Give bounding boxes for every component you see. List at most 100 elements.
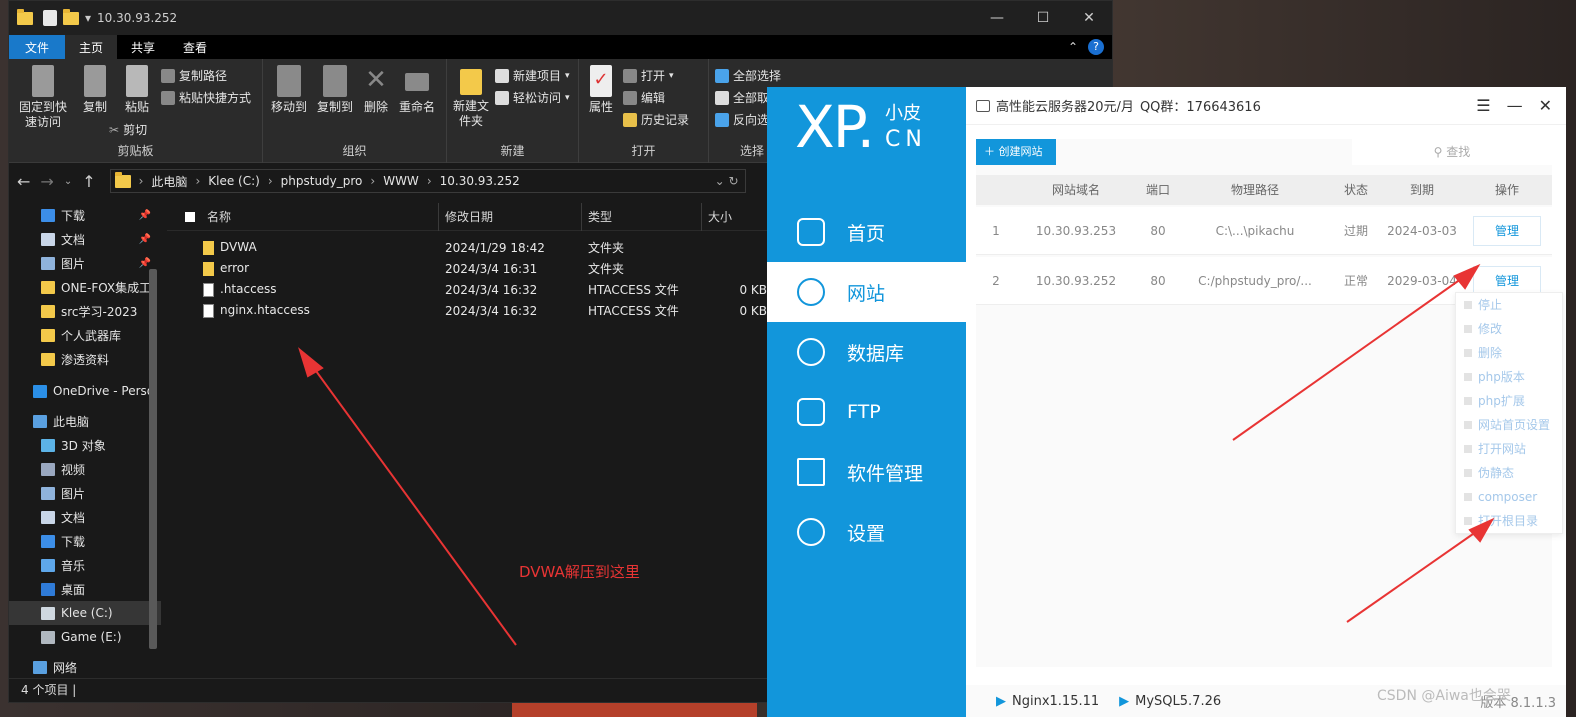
back-arrow-icon[interactable]: ← bbox=[17, 172, 30, 191]
help-icon[interactable]: ? bbox=[1088, 39, 1104, 55]
nginx-status[interactable]: ▶ Nginx1.15.11 bbox=[996, 694, 1099, 709]
new-item-button[interactable]: 新建项目 ▾ bbox=[495, 67, 570, 84]
easy-access-button[interactable]: 轻松访问 ▾ bbox=[495, 89, 570, 106]
maximize-button[interactable]: ☐ bbox=[1020, 10, 1066, 26]
edit-button[interactable]: 编辑 bbox=[623, 89, 689, 106]
recent-locations-icon[interactable]: ⌄ bbox=[64, 176, 72, 187]
minimize-button[interactable]: — bbox=[974, 10, 1020, 26]
sidebar-item[interactable]: 网络 bbox=[9, 655, 161, 677]
breadcrumb-item[interactable]: 10.30.93.252 bbox=[440, 174, 520, 188]
nav-database[interactable]: 数据库 bbox=[767, 322, 966, 382]
xp-sidebar: XP. 小皮 CN 首页 网站 数据库 FTP 软件管理 设置 bbox=[767, 87, 966, 717]
rename-button[interactable]: 重命名 bbox=[397, 65, 437, 115]
create-site-button[interactable]: ＋ 创建网站 bbox=[976, 139, 1056, 165]
sidebar-scrollbar[interactable] bbox=[149, 269, 157, 649]
open-button[interactable]: 打开 ▾ bbox=[623, 67, 689, 84]
sidebar-item[interactable]: 视频 bbox=[9, 457, 161, 481]
select-all-checkbox[interactable] bbox=[185, 212, 195, 222]
menu-item[interactable]: 伪静态 bbox=[1456, 461, 1562, 485]
tab-view[interactable]: 查看 bbox=[169, 35, 221, 59]
properties-button[interactable]: ✓ 属性 bbox=[585, 65, 617, 128]
menu-item[interactable]: composer bbox=[1456, 485, 1562, 509]
pin-icon[interactable]: 📌 bbox=[139, 258, 151, 269]
breadcrumb-item[interactable]: 此电脑 bbox=[151, 173, 187, 190]
sidebar-item[interactable]: 下载 bbox=[9, 529, 161, 553]
sidebar-item[interactable]: 文档 bbox=[9, 505, 161, 529]
sidebar-item-icon bbox=[41, 462, 55, 476]
sidebar-item[interactable]: 文档 📌 bbox=[9, 227, 161, 251]
sidebar-item[interactable]: OneDrive - Perso bbox=[9, 379, 161, 403]
sidebar-item[interactable]: Game (E:) bbox=[9, 625, 161, 649]
sidebar-item[interactable]: src学习-2023 bbox=[9, 299, 161, 323]
new-folder-button[interactable]: 新建文件夹 bbox=[453, 65, 489, 129]
copy-button[interactable]: 复制 bbox=[77, 65, 113, 138]
breadcrumb-item[interactable]: WWW bbox=[383, 174, 419, 188]
file-row[interactable]: DVWA 2024/1/29 18:42 文件夹 bbox=[167, 237, 767, 258]
menu-item[interactable]: 网站首页设置 bbox=[1456, 413, 1562, 437]
copy-path-button[interactable]: 复制路径 bbox=[161, 67, 251, 84]
menu-item[interactable]: 打开网站 bbox=[1456, 437, 1562, 461]
paste-shortcut-button[interactable]: 粘贴快捷方式 bbox=[161, 89, 251, 106]
menu-item[interactable]: php版本 bbox=[1456, 365, 1562, 389]
sidebar-item[interactable]: 音乐 bbox=[9, 553, 161, 577]
nav-ftp[interactable]: FTP bbox=[767, 382, 966, 442]
pin-quick-access-button[interactable]: 固定到快速访问 bbox=[15, 65, 71, 138]
qq-group: QQ群：176643616 bbox=[1139, 100, 1261, 115]
close-button[interactable]: ✕ bbox=[1066, 10, 1112, 26]
cut-button[interactable]: ✂ 剪切 bbox=[109, 121, 251, 138]
sidebar-item[interactable]: 3D 对象 bbox=[9, 433, 161, 457]
select-all-button[interactable]: 全部选择 bbox=[715, 67, 789, 84]
history-button[interactable]: 历史记录 bbox=[623, 111, 689, 128]
menu-item[interactable]: 打开根目录 bbox=[1456, 509, 1562, 533]
copy-to-button[interactable]: 复制到 bbox=[315, 65, 355, 115]
column-name[interactable]: 名称 bbox=[167, 202, 439, 231]
collapse-ribbon-icon[interactable]: ⌃ bbox=[1068, 40, 1078, 54]
menu-item[interactable]: 修改 bbox=[1456, 317, 1562, 341]
delete-button[interactable]: ✕ 删除 bbox=[361, 65, 391, 115]
sidebar-item[interactable]: 下载 📌 bbox=[9, 203, 161, 227]
manage-button[interactable]: 管理 bbox=[1473, 216, 1541, 246]
search-input[interactable]: ⚲ 查找 bbox=[1352, 139, 1552, 165]
minimize-button[interactable]: — bbox=[1507, 96, 1523, 115]
quick-access-dropdown-icon[interactable]: ▾ bbox=[85, 11, 91, 25]
sidebar-item[interactable]: 图片 bbox=[9, 481, 161, 505]
tab-share[interactable]: 共享 bbox=[117, 35, 169, 59]
folder-icon[interactable] bbox=[63, 8, 79, 25]
move-to-button[interactable]: 移动到 bbox=[269, 65, 309, 115]
sidebar-item[interactable]: ONE-FOX集成工 bbox=[9, 275, 161, 299]
tab-file[interactable]: 文件 bbox=[9, 35, 66, 59]
file-row[interactable]: .htaccess 2024/3/4 16:32 HTACCESS 文件 0 KB bbox=[167, 279, 767, 300]
sidebar-item[interactable]: 图片 📌 bbox=[9, 251, 161, 275]
checklist-icon[interactable] bbox=[43, 10, 57, 26]
refresh-icon[interactable]: ⌄ ↻ bbox=[715, 174, 745, 188]
nav-website[interactable]: 网站 bbox=[767, 262, 966, 322]
breadcrumb-item[interactable]: Klee (C:) bbox=[208, 174, 260, 188]
menu-item[interactable]: 删除 bbox=[1456, 341, 1562, 365]
nav-settings[interactable]: 设置 bbox=[767, 502, 966, 562]
menu-icon[interactable]: ☰ bbox=[1476, 96, 1490, 115]
pin-icon[interactable]: 📌 bbox=[139, 210, 151, 221]
menu-item[interactable]: php扩展 bbox=[1456, 389, 1562, 413]
column-type[interactable]: 类型 bbox=[582, 202, 702, 231]
sidebar-item[interactable]: Klee (C:) bbox=[9, 601, 161, 625]
up-arrow-icon[interactable]: ↑ bbox=[82, 172, 95, 191]
nav-home[interactable]: 首页 bbox=[767, 202, 966, 262]
sidebar-item[interactable]: 渗透资料 bbox=[9, 347, 161, 371]
file-row[interactable]: error 2024/3/4 16:31 文件夹 bbox=[167, 258, 767, 279]
breadcrumb-item[interactable]: phpstudy_pro bbox=[281, 174, 363, 188]
sidebar-item[interactable]: 个人武器库 bbox=[9, 323, 161, 347]
mysql-status[interactable]: ▶ MySQL5.7.26 bbox=[1119, 694, 1221, 709]
sidebar-item[interactable]: 桌面 bbox=[9, 577, 161, 601]
sidebar-item[interactable]: 此电脑 bbox=[9, 409, 161, 433]
nav-software[interactable]: 软件管理 bbox=[767, 442, 966, 502]
forward-arrow-icon[interactable]: → bbox=[40, 172, 53, 191]
column-size[interactable]: 大小 bbox=[702, 203, 767, 231]
column-date[interactable]: 修改日期 bbox=[439, 202, 582, 231]
pin-icon[interactable]: 📌 bbox=[139, 234, 151, 245]
address-bar[interactable]: › 此电脑 › Klee (C:) › phpstudy_pro › WWW ›… bbox=[109, 169, 746, 193]
ad-text[interactable]: 高性能云服务器20元/月 bbox=[996, 96, 1134, 115]
close-button[interactable]: ✕ bbox=[1539, 96, 1552, 115]
tab-home[interactable]: 主页 bbox=[65, 35, 118, 59]
file-row[interactable]: nginx.htaccess 2024/3/4 16:32 HTACCESS 文件 0… bbox=[167, 300, 767, 321]
menu-item[interactable]: 停止 bbox=[1456, 293, 1562, 317]
